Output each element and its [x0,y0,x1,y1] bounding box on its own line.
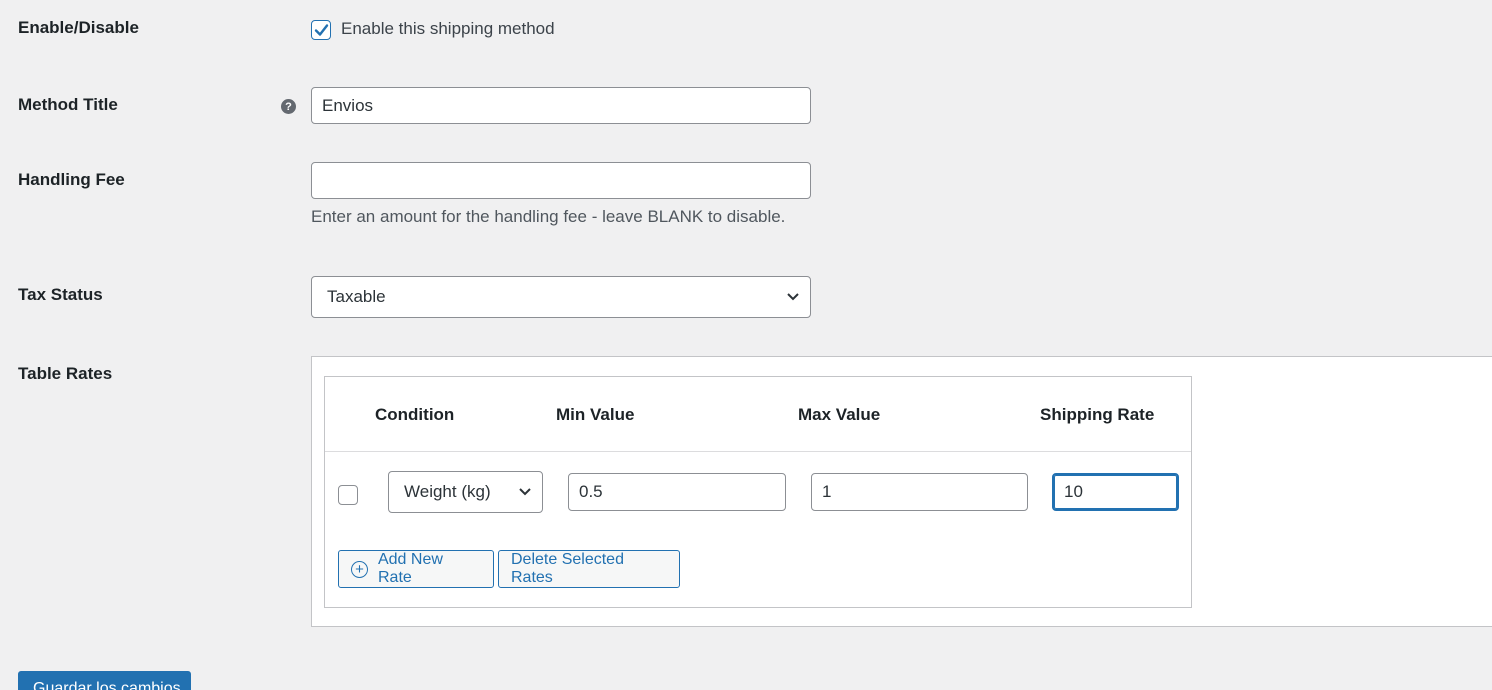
chevron-down-icon [787,293,799,301]
add-new-rate-label: Add New Rate [377,551,443,586]
table-rates-label: Table Rates [18,364,113,383]
checkmark-icon [314,24,329,36]
chevron-down-icon [519,488,531,496]
enable-label: Enable/Disable [18,18,139,37]
tax-status-select[interactable]: Taxable [311,276,811,318]
handling-fee-label: Handling Fee [18,170,125,189]
column-header-shipping-rate: Shipping Rate [1040,405,1155,424]
min-value-input[interactable] [568,473,786,511]
method-title-label: Method Title [18,95,118,114]
column-header-max-value: Max Value [798,405,881,424]
method-title-input[interactable] [311,87,811,124]
condition-value: Weight (kg) [404,482,491,501]
plus-circle-icon: + [351,560,368,578]
delete-selected-rates-button[interactable]: Delete Selected Rates [498,550,680,588]
row-select-checkbox[interactable] [338,485,358,505]
condition-select[interactable]: Weight (kg) [388,471,543,513]
help-icon[interactable]: ? [281,99,296,114]
column-header-min-value: Min Value [556,405,635,424]
column-header-condition: Condition [375,405,455,424]
header-divider [325,451,1191,452]
shipping-settings-page: Enable/Disable Enable this shipping meth… [0,0,1492,690]
handling-fee-input[interactable] [311,162,811,199]
enable-checkbox-label[interactable]: Enable this shipping method [341,19,555,39]
tax-status-label: Tax Status [18,285,103,304]
tax-status-value: Taxable [327,287,386,306]
enable-checkbox[interactable] [311,20,331,40]
add-new-rate-button[interactable]: + Add New Rate [338,550,494,588]
save-changes-button[interactable]: Guardar los cambios [18,671,191,690]
handling-fee-description: Enter an amount for the handling fee - l… [311,207,786,226]
shipping-rate-input[interactable] [1052,473,1179,511]
delete-selected-rates-label: Delete Selected Rates [511,551,624,586]
max-value-input[interactable] [811,473,1028,511]
